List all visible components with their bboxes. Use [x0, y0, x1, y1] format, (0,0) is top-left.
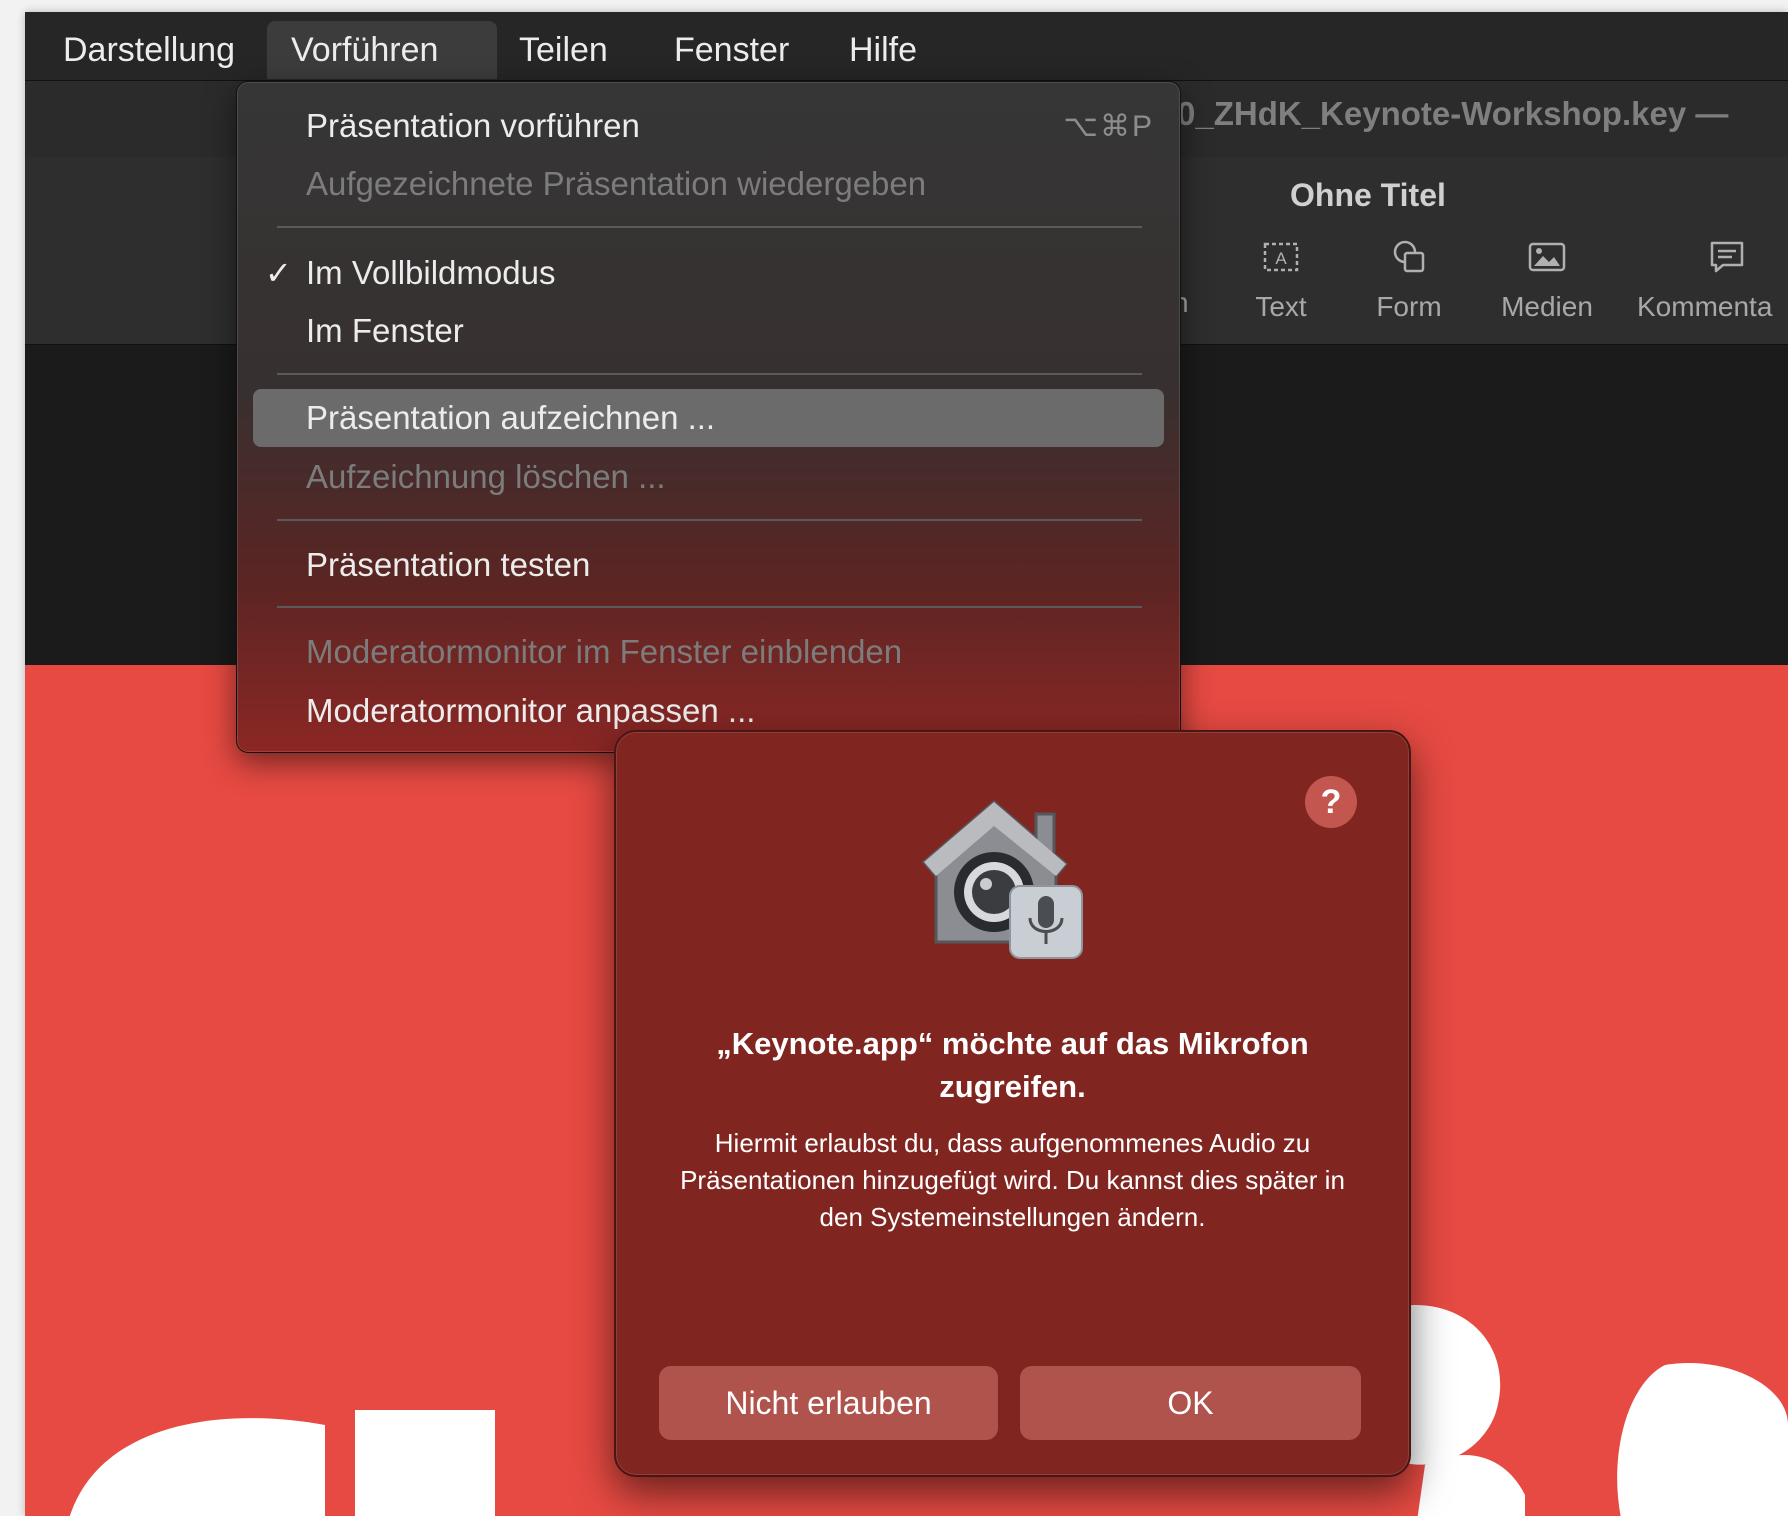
toolbar-form-label: Form — [1376, 291, 1442, 322]
toolbar-title: Ohne Titel — [1290, 177, 1446, 213]
menu-item-praesentation-aufzeichnen[interactable]: Präsentation aufzeichnen ... — [253, 389, 1164, 447]
dialog-message: Hiermit erlaubst du, dass aufgenommenes … — [680, 1128, 1345, 1232]
toolbar-form-button[interactable]: Form — [1339, 237, 1479, 323]
shape-icon — [1393, 240, 1425, 273]
svg-text:A: A — [1275, 249, 1287, 268]
menu-item-im-fenster[interactable]: Im Fenster — [253, 302, 1164, 360]
menu-separator — [277, 606, 1142, 608]
toolbar-media-label: Medien — [1501, 291, 1593, 322]
comment-icon — [1710, 241, 1744, 273]
menubar-item-darstellung[interactable]: Darstellung — [55, 21, 243, 79]
menu-item-aufzeichnung-loeschen: Aufzeichnung löschen ... — [306, 458, 666, 495]
toolbar-media-button[interactable]: Medien — [1477, 237, 1617, 323]
microphone-permission-dialog: ? „Keynote.app“ möchte auf das Mikrofon … — [614, 730, 1411, 1477]
menu-item-praesentation-vorfuehren[interactable]: Präsentation vorführen ⌥⌘P — [253, 97, 1164, 155]
vorfuehren-menu: Präsentation vorführen ⌥⌘P Aufgezeichnet… — [236, 81, 1181, 753]
toolbar-comment-button[interactable]: Kommenta — [1637, 237, 1788, 323]
menu-separator — [277, 373, 1142, 375]
ok-button[interactable]: OK — [1020, 1366, 1361, 1440]
shortcut-label: ⌥⌘P — [1063, 110, 1154, 143]
media-icon — [1528, 242, 1566, 272]
menubar-item-hilfe[interactable]: Hilfe — [841, 21, 925, 79]
menubar-item-vorfuehren[interactable]: Vorführen — [267, 21, 497, 79]
document-title: 0_ZHdK_Keynote-Workshop.key — — [1177, 95, 1729, 132]
privacy-microphone-icon — [921, 800, 1083, 959]
toolbar-text-label: Text — [1255, 291, 1307, 322]
menubar-item-teilen[interactable]: Teilen — [511, 21, 616, 79]
screen: Darstellung Vorführen Teilen Fenster Hil… — [25, 12, 1788, 1516]
menu-item-aufgezeichnete-wiedergeben: Aufgezeichnete Präsentation wiedergeben — [306, 165, 927, 202]
menu-item-im-vollbildmodus[interactable]: ✓ Im Vollbildmodus — [253, 244, 1164, 302]
menu-separator — [277, 519, 1142, 521]
menu-item-praesentation-testen[interactable]: Präsentation testen — [253, 536, 1164, 594]
dialog-title: „Keynote.app“ möchte auf das Mikrofon zu… — [716, 1026, 1309, 1104]
toolbar-text-button[interactable]: A Text — [1211, 237, 1351, 323]
help-button[interactable]: ? — [1305, 776, 1357, 828]
checkmark-icon: ✓ — [265, 255, 292, 291]
text-box-icon: A — [1263, 242, 1299, 272]
deny-button[interactable]: Nicht erlauben — [659, 1366, 998, 1440]
menubar: Darstellung Vorführen Teilen Fenster Hil… — [25, 12, 1788, 81]
menu-separator — [277, 226, 1142, 228]
menubar-item-fenster[interactable]: Fenster — [666, 21, 797, 79]
toolbar-comment-label: Kommenta — [1637, 291, 1773, 322]
menu-item-moderatormonitor-einblenden: Moderatormonitor im Fenster einblenden — [306, 633, 903, 670]
